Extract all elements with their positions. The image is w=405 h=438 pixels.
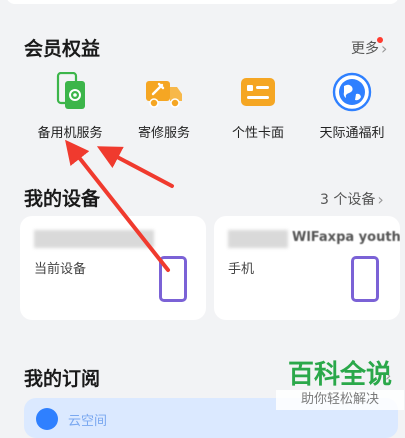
annotation-arrows [65, 139, 174, 272]
annotation-arrow [65, 139, 170, 272]
annotation-arrow [96, 146, 174, 188]
